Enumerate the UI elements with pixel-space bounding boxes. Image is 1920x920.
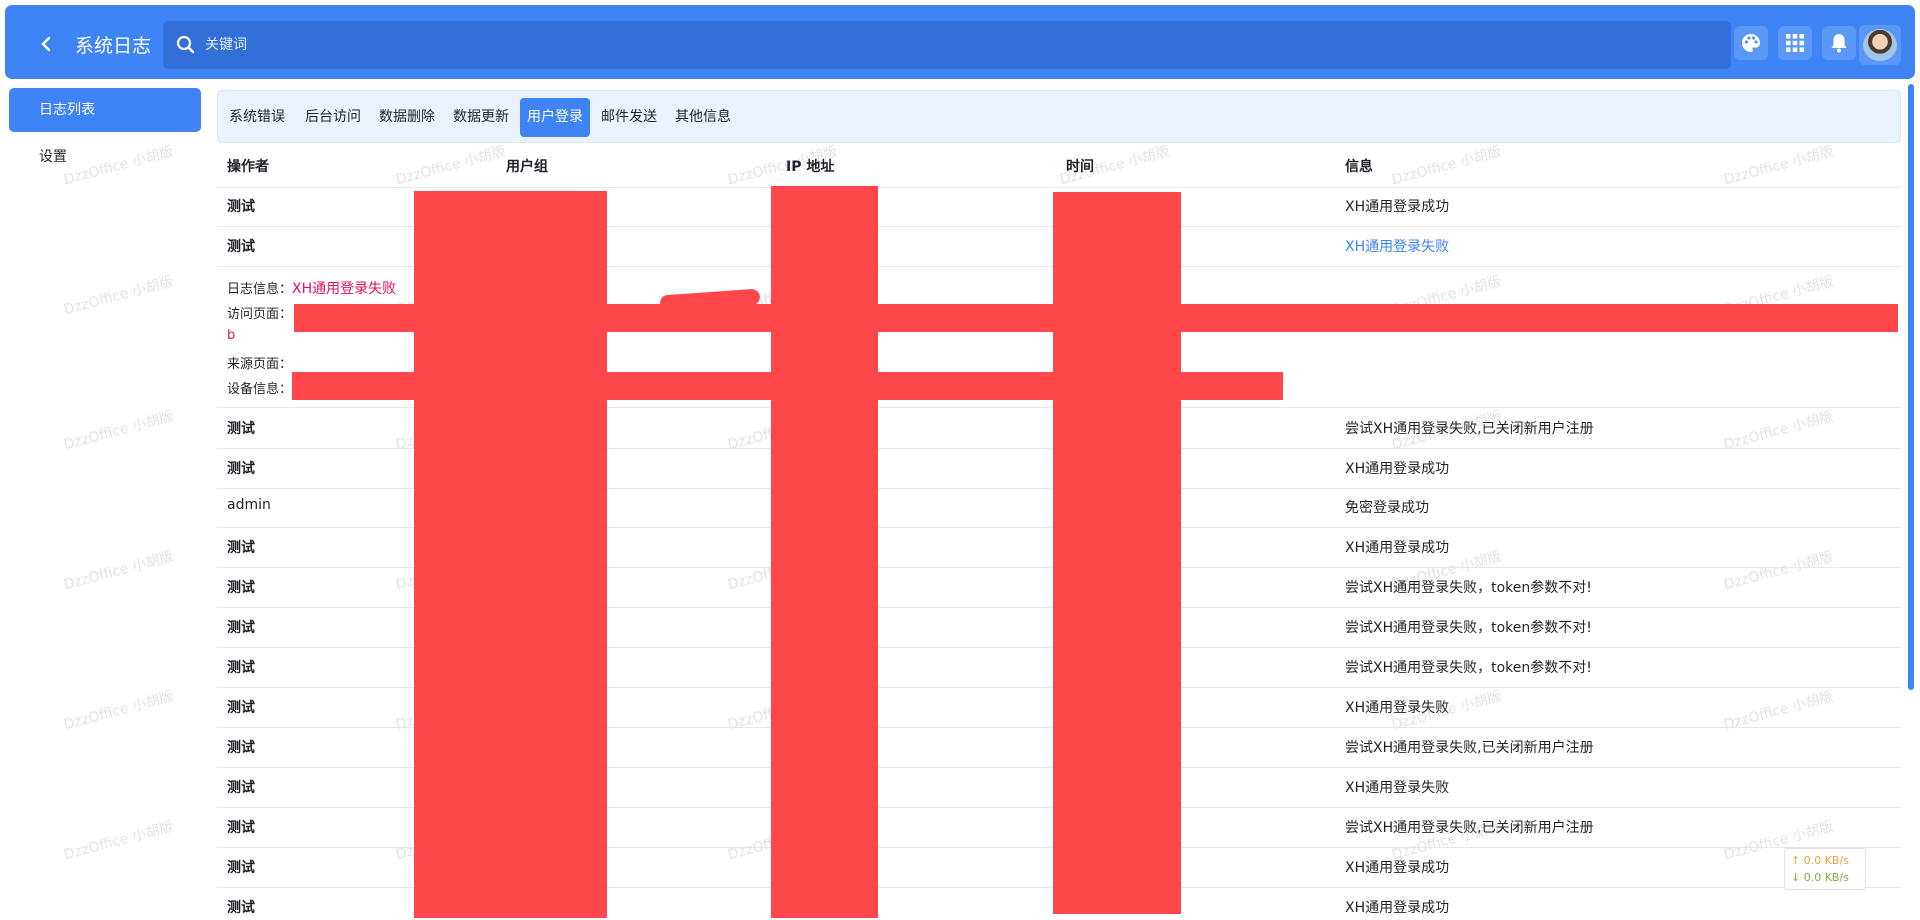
watermark-text: DzzOffice 小胡版 bbox=[62, 688, 176, 734]
search-bar[interactable] bbox=[163, 21, 1731, 69]
info-cell: XH通用登录成功 bbox=[1345, 540, 1450, 556]
log-type-tabs: 系统错误 后台访问 数据删除 数据更新 用户登录 邮件发送 其他信息 bbox=[217, 90, 1901, 143]
operator-cell: 测试 bbox=[227, 461, 255, 477]
operator-cell: admin bbox=[227, 497, 271, 513]
sidebar-item-label: 日志列表 bbox=[39, 102, 95, 118]
column-header-info: 信息 bbox=[1345, 159, 1373, 175]
info-cell: 尝试XH通用登录失败,已关闭新用户注册 bbox=[1345, 820, 1594, 836]
visit-page-label: 访问页面： bbox=[227, 307, 293, 322]
operator-cell: 测试 bbox=[227, 620, 255, 636]
watermark-text: DzzOffice 小胡版 bbox=[62, 273, 176, 319]
tab-backend-access[interactable]: 后台访问 bbox=[298, 98, 368, 137]
redaction-ip bbox=[771, 186, 878, 918]
tab-other-info[interactable]: 其他信息 bbox=[668, 98, 738, 137]
sidebar-item-settings[interactable]: 设置 bbox=[9, 135, 201, 179]
info-cell: XH通用登录成功 bbox=[1345, 860, 1450, 876]
sidebar-item-log-list[interactable]: 日志列表 bbox=[9, 88, 201, 132]
avatar[interactable] bbox=[1859, 25, 1901, 65]
row-divider bbox=[217, 187, 1901, 188]
source-page-line: 来源页面： bbox=[227, 353, 292, 372]
info-cell: XH通用登录失败 bbox=[1345, 780, 1450, 796]
operator-cell: 测试 bbox=[227, 820, 255, 836]
operator-cell: 测试 bbox=[227, 540, 255, 556]
operator-cell: 测试 bbox=[227, 780, 255, 796]
bell-icon[interactable] bbox=[1822, 26, 1856, 60]
info-cell: 尝试XH通用登录失败，token参数不对! bbox=[1345, 580, 1592, 596]
redaction-device-info bbox=[292, 372, 1283, 400]
network-speed-widget: ↑ 0.0 KB/s ↓ 0.0 KB/s bbox=[1784, 848, 1866, 890]
download-speed: ↓ 0.0 KB/s bbox=[1791, 871, 1849, 884]
chevron-left-icon[interactable] bbox=[33, 30, 61, 58]
redaction-time bbox=[1053, 192, 1181, 914]
operator-cell: 测试 bbox=[227, 660, 255, 676]
device-info-line: 设备信息： bbox=[227, 378, 292, 397]
device-info-label: 设备信息： bbox=[227, 382, 293, 397]
column-header-operator: 操作者 bbox=[227, 159, 269, 175]
apps-grid-icon[interactable] bbox=[1778, 26, 1812, 60]
operator-cell: 测试 bbox=[227, 860, 255, 876]
tab-data-delete[interactable]: 数据删除 bbox=[372, 98, 442, 137]
log-info-value: XH通用登录失败 bbox=[292, 281, 397, 297]
operator-cell: 测试 bbox=[227, 421, 255, 437]
tab-mail-send[interactable]: 邮件发送 bbox=[594, 98, 664, 137]
top-header: 系统日志 bbox=[5, 5, 1915, 79]
watermark-text: DzzOffice 小胡版 bbox=[1722, 548, 1836, 594]
watermark-text: DzzOffice 小胡版 bbox=[62, 818, 176, 864]
column-header-user-group: 用户组 bbox=[506, 159, 548, 175]
info-cell: 尝试XH通用登录失败,已关闭新用户注册 bbox=[1345, 421, 1594, 437]
upload-speed: ↑ 0.0 KB/s bbox=[1791, 854, 1849, 867]
watermark-text: DzzOffice 小胡版 bbox=[394, 143, 508, 189]
column-header-ip: IP 地址 bbox=[786, 159, 835, 175]
operator-cell: 测试 bbox=[227, 900, 255, 916]
info-cell: 尝试XH通用登录失败，token参数不对! bbox=[1345, 620, 1592, 636]
column-header-time: 时间 bbox=[1066, 159, 1094, 175]
search-icon bbox=[175, 34, 197, 56]
watermark-text: DzzOffice 小胡版 bbox=[1390, 143, 1504, 189]
redaction-visit-page bbox=[294, 304, 1898, 332]
operator-cell: 测试 bbox=[227, 199, 255, 215]
info-cell: XH通用登录失败 bbox=[1345, 700, 1450, 716]
watermark-text: DzzOffice 小胡版 bbox=[1722, 143, 1836, 189]
visit-page-value: b bbox=[227, 328, 236, 343]
vertical-scrollbar[interactable] bbox=[1908, 84, 1914, 690]
source-page-label: 来源页面： bbox=[227, 357, 293, 372]
info-cell: XH通用登录成功 bbox=[1345, 199, 1450, 215]
info-cell: XH通用登录成功 bbox=[1345, 900, 1450, 916]
visit-page-line: 访问页面： bbox=[227, 303, 292, 322]
info-cell: XH通用登录成功 bbox=[1345, 461, 1450, 477]
redaction-user-group bbox=[414, 191, 607, 918]
operator-cell: 测试 bbox=[227, 580, 255, 596]
watermark-text: DzzOffice 小胡版 bbox=[62, 548, 176, 594]
info-cell[interactable]: XH通用登录失败 bbox=[1345, 236, 1449, 256]
search-input[interactable] bbox=[205, 29, 1705, 61]
tab-system-error[interactable]: 系统错误 bbox=[222, 98, 292, 137]
visit-page-value-line: b bbox=[227, 328, 235, 343]
sidebar-item-label: 设置 bbox=[39, 149, 67, 165]
tab-user-login[interactable]: 用户登录 bbox=[520, 98, 590, 137]
info-cell: 尝试XH通用登录失败，token参数不对! bbox=[1345, 660, 1592, 676]
watermark-text: DzzOffice 小胡版 bbox=[1722, 408, 1836, 454]
palette-icon[interactable] bbox=[1734, 26, 1768, 60]
info-cell: 免密登录成功 bbox=[1345, 500, 1429, 516]
app-title: 系统日志 bbox=[75, 35, 152, 57]
tab-data-update[interactable]: 数据更新 bbox=[446, 98, 516, 137]
watermark-text: DzzOffice 小胡版 bbox=[62, 408, 176, 454]
operator-cell: 测试 bbox=[227, 740, 255, 756]
operator-cell: 测试 bbox=[227, 700, 255, 716]
info-cell: 尝试XH通用登录失败,已关闭新用户注册 bbox=[1345, 740, 1594, 756]
log-info-line: 日志信息：XH通用登录失败 bbox=[227, 278, 396, 298]
operator-cell: 测试 bbox=[227, 239, 255, 255]
log-info-label: 日志信息： bbox=[227, 282, 293, 297]
